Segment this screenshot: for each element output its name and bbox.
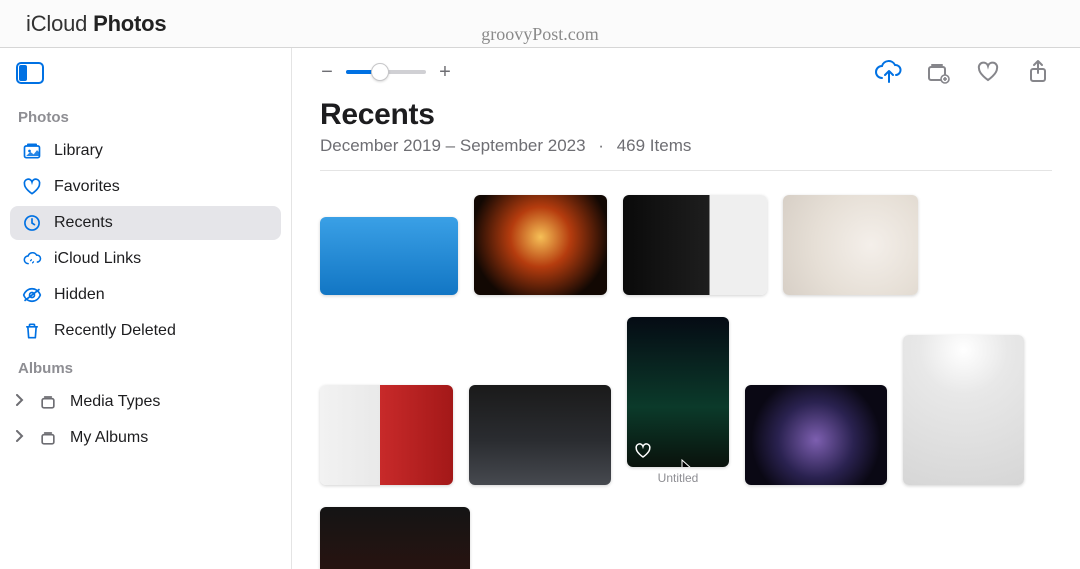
app-title-suffix: Photos	[93, 11, 166, 36]
photo-thumb[interactable]	[474, 195, 607, 295]
add-to-album-button[interactable]	[918, 56, 958, 88]
sidebar-item-label: Recents	[54, 214, 113, 232]
zoom-slider-knob[interactable]	[371, 63, 389, 81]
heart-icon	[22, 177, 42, 197]
photo-grid: Untitled	[320, 195, 1052, 569]
sidebar-item-hidden[interactable]: Hidden	[10, 278, 281, 312]
heart-overlay-icon[interactable]	[633, 441, 653, 461]
toggle-sidebar-button[interactable]	[16, 62, 44, 84]
thumb-caption: Untitled	[658, 471, 699, 485]
sidebar-item-label: Favorites	[54, 178, 120, 196]
sidebar-item-label: Hidden	[54, 286, 105, 304]
library-icon	[22, 141, 42, 161]
sidebar-item-label: My Albums	[70, 429, 148, 447]
sidebar: Photos Library Favorites Recents	[0, 48, 292, 569]
sidebar-item-recents[interactable]: Recents	[10, 206, 281, 240]
sidebar-item-my-albums[interactable]: My Albums	[10, 421, 281, 455]
zoom-in-button[interactable]: +	[438, 61, 452, 84]
sidebar-item-recently-deleted[interactable]: Recently Deleted	[10, 314, 281, 348]
sidebar-item-label: Recently Deleted	[54, 322, 176, 340]
photo-thumb[interactable]	[783, 195, 918, 295]
content: Recents December 2019 – September 2023 ·…	[292, 96, 1080, 569]
sidebar-item-favorites[interactable]: Favorites	[10, 170, 281, 204]
main: − +	[292, 48, 1080, 569]
favorite-button[interactable]	[968, 56, 1008, 88]
cursor-icon	[681, 459, 695, 467]
trash-icon	[22, 321, 42, 341]
toolbar: − +	[292, 48, 1080, 96]
zoom-out-button[interactable]: −	[320, 61, 334, 84]
share-button[interactable]	[1018, 56, 1058, 88]
item-count: 469 Items	[617, 136, 692, 155]
sidebar-item-label: Media Types	[70, 393, 160, 411]
sidebar-section-photos: Photos	[10, 99, 281, 132]
sidebar-item-label: Library	[54, 142, 103, 160]
divider	[320, 170, 1052, 171]
eye-off-icon	[22, 285, 42, 305]
clock-icon	[22, 213, 42, 233]
photo-thumb-hovered[interactable]	[627, 317, 729, 467]
zoom-slider[interactable]	[346, 70, 426, 74]
photo-thumb[interactable]	[623, 195, 767, 295]
titlebar: iCloud Photos groovyPost.com	[0, 0, 1080, 48]
watermark-text: groovyPost.com	[481, 24, 599, 45]
sidebar-section-albums: Albums	[10, 350, 281, 383]
zoom-control: − +	[320, 61, 452, 84]
stack-icon	[38, 392, 58, 412]
sidebar-item-label: iCloud Links	[54, 250, 141, 268]
cloud-link-icon	[22, 249, 42, 269]
photo-thumb[interactable]	[320, 385, 453, 485]
app-title: iCloud Photos	[26, 11, 166, 37]
page-subtitle: December 2019 – September 2023 · 469 Ite…	[320, 136, 1052, 156]
sidebar-item-media-types[interactable]: Media Types	[10, 385, 281, 419]
chevron-right-icon	[14, 393, 24, 411]
photo-thumb[interactable]	[320, 217, 458, 295]
photo-thumb[interactable]	[469, 385, 611, 485]
photo-thumb[interactable]	[320, 507, 470, 569]
photo-thumb[interactable]	[745, 385, 887, 485]
chevron-right-icon	[14, 429, 24, 447]
sidebar-item-icloud-links[interactable]: iCloud Links	[10, 242, 281, 276]
upload-button[interactable]	[868, 56, 908, 88]
date-range: December 2019 – September 2023	[320, 136, 586, 155]
photo-thumb[interactable]	[903, 335, 1024, 485]
page-title: Recents	[320, 98, 1052, 132]
sidebar-item-library[interactable]: Library	[10, 134, 281, 168]
app-title-prefix: iCloud	[26, 11, 87, 36]
separator-dot: ·	[598, 136, 604, 155]
stack-icon	[38, 428, 58, 448]
